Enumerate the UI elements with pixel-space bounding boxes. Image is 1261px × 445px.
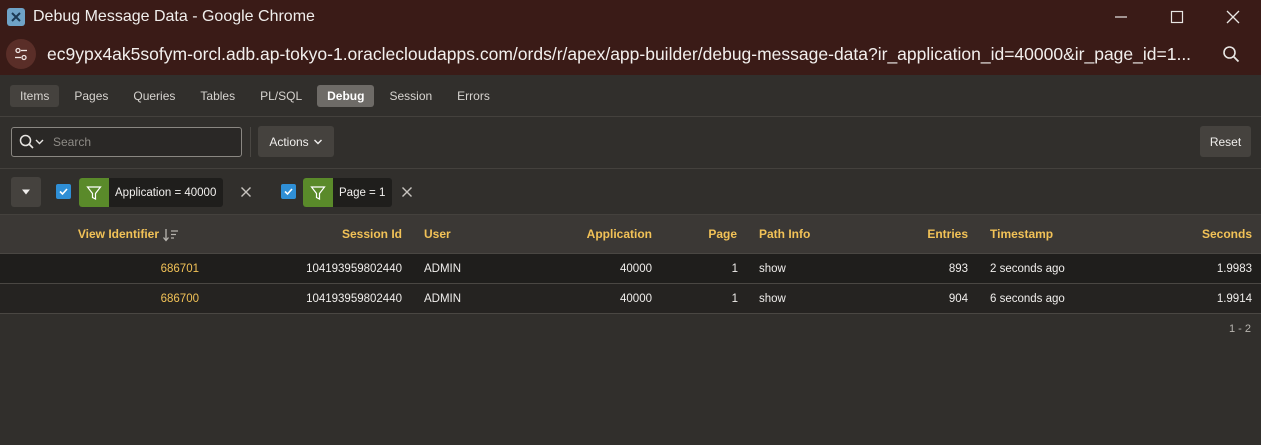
column-header-entries[interactable]: Entries <box>880 215 968 254</box>
column-header-session-id[interactable]: Session Id <box>260 215 402 254</box>
application-cell: 40000 <box>620 263 652 275</box>
tab-plsql[interactable]: PL/SQL <box>250 85 312 107</box>
url-field[interactable]: ec9ypx4ak5sofym-orcl.adb.ap-tokyo-1.orac… <box>47 44 1207 65</box>
reset-button[interactable]: Reset <box>1200 126 1251 157</box>
debug-report-table: View Identifier Session Id User Applicat… <box>0 215 1261 335</box>
column-header-application[interactable]: Application <box>540 215 652 254</box>
maximize-button[interactable] <box>1149 0 1205 33</box>
pagination-info: 1 - 2 <box>1228 323 1251 335</box>
site-info-button[interactable] <box>6 39 36 69</box>
remove-page-filter-button[interactable] <box>398 183 416 201</box>
column-header-path-info[interactable]: Path Info <box>759 215 859 254</box>
developer-tabs: Items Pages Queries Tables PL/SQL Debug … <box>0 75 1261 117</box>
chevron-down-icon <box>313 139 322 144</box>
address-bar: ec9ypx4ak5sofym-orcl.adb.ap-tokyo-1.orac… <box>0 33 1261 75</box>
entries-cell: 893 <box>948 263 968 275</box>
column-header-view-identifier[interactable]: View Identifier <box>0 215 180 254</box>
close-icon <box>1226 10 1240 23</box>
filter-funnel-icon <box>303 178 333 207</box>
maximize-icon <box>1170 10 1184 23</box>
zoom-button[interactable] <box>1219 42 1243 66</box>
session-id-cell: 104193959802440 <box>306 293 402 305</box>
table-header: View Identifier Session Id User Applicat… <box>0 215 1261 254</box>
filter-funnel-icon <box>79 178 109 207</box>
checkmark-icon <box>59 188 68 196</box>
search-icon <box>19 134 44 149</box>
page-cell: 1 <box>731 263 738 275</box>
filter-application-chip[interactable]: Application = 40000 <box>79 178 224 207</box>
remove-application-filter-button[interactable] <box>237 183 255 201</box>
search-column-selector[interactable] <box>19 134 45 150</box>
window-title: Debug Message Data - Google Chrome <box>33 7 315 25</box>
toolbar-divider <box>250 127 251 157</box>
magnifier-icon <box>1223 46 1240 63</box>
close-icon <box>402 187 412 197</box>
checkmark-icon <box>284 188 293 196</box>
tab-errors[interactable]: Errors <box>447 85 500 107</box>
filter-application-label: Application = 40000 <box>115 186 217 199</box>
search-input[interactable] <box>53 135 223 149</box>
seconds-cell: 1.9914 <box>1216 293 1252 305</box>
filter-page-chip[interactable]: Page = 1 <box>303 178 393 207</box>
filter-application-checkbox[interactable] <box>56 184 71 199</box>
filter-page-checkbox[interactable] <box>281 184 296 199</box>
filter-page-label: Page = 1 <box>339 186 386 199</box>
tab-pages[interactable]: Pages <box>64 85 118 107</box>
entries-cell: 904 <box>948 293 968 305</box>
tab-queries[interactable]: Queries <box>123 85 185 107</box>
column-header-page[interactable]: Page <box>680 215 737 254</box>
report-toolbar: Actions Reset <box>0 117 1261 169</box>
table-row: 686700 104193959802440 ADMIN 40000 1 sho… <box>0 284 1261 314</box>
tab-items[interactable]: Items <box>10 84 60 107</box>
actions-menu-button[interactable]: Actions <box>258 126 334 157</box>
column-header-user[interactable]: User <box>424 215 524 254</box>
caret-down-icon <box>22 189 30 195</box>
timestamp-cell: 2 seconds ago <box>990 263 1065 275</box>
minimize-button[interactable] <box>1093 0 1149 33</box>
application-cell: 40000 <box>620 293 652 305</box>
table-row: 686701 104193959802440 ADMIN 40000 1 sho… <box>0 254 1261 284</box>
tab-tables[interactable]: Tables <box>190 85 245 107</box>
user-cell: ADMIN <box>424 293 462 305</box>
collapse-filters-button[interactable] <box>11 177 41 207</box>
page-cell: 1 <box>731 293 738 305</box>
filter-bar: Application = 40000 Page = 1 <box>0 169 1261 215</box>
window-controls <box>1093 0 1261 33</box>
tab-session[interactable]: Session <box>379 85 442 107</box>
view-identifier-link[interactable]: 686701 <box>80 254 199 284</box>
view-identifier-link[interactable]: 686700 <box>80 284 199 314</box>
tab-debug[interactable]: Debug <box>317 84 375 107</box>
minimize-icon <box>1115 15 1127 18</box>
column-header-seconds[interactable]: Seconds <box>1150 215 1252 254</box>
close-icon <box>241 187 251 197</box>
browser-title-bar: Debug Message Data - Google Chrome <box>0 0 1261 33</box>
path-info-cell: show <box>759 263 786 275</box>
column-header-timestamp[interactable]: Timestamp <box>990 215 1110 254</box>
close-window-button[interactable] <box>1205 0 1261 33</box>
search-field[interactable] <box>11 127 242 157</box>
session-id-cell: 104193959802440 <box>306 263 402 275</box>
sort-descending-icon <box>163 228 178 242</box>
seconds-cell: 1.9983 <box>1216 263 1252 275</box>
tune-icon <box>15 47 27 61</box>
actions-label: Actions <box>269 134 309 149</box>
path-info-cell: show <box>759 293 786 305</box>
timestamp-cell: 6 seconds ago <box>990 293 1065 305</box>
app-builder-icon <box>7 7 25 26</box>
user-cell: ADMIN <box>424 263 462 275</box>
